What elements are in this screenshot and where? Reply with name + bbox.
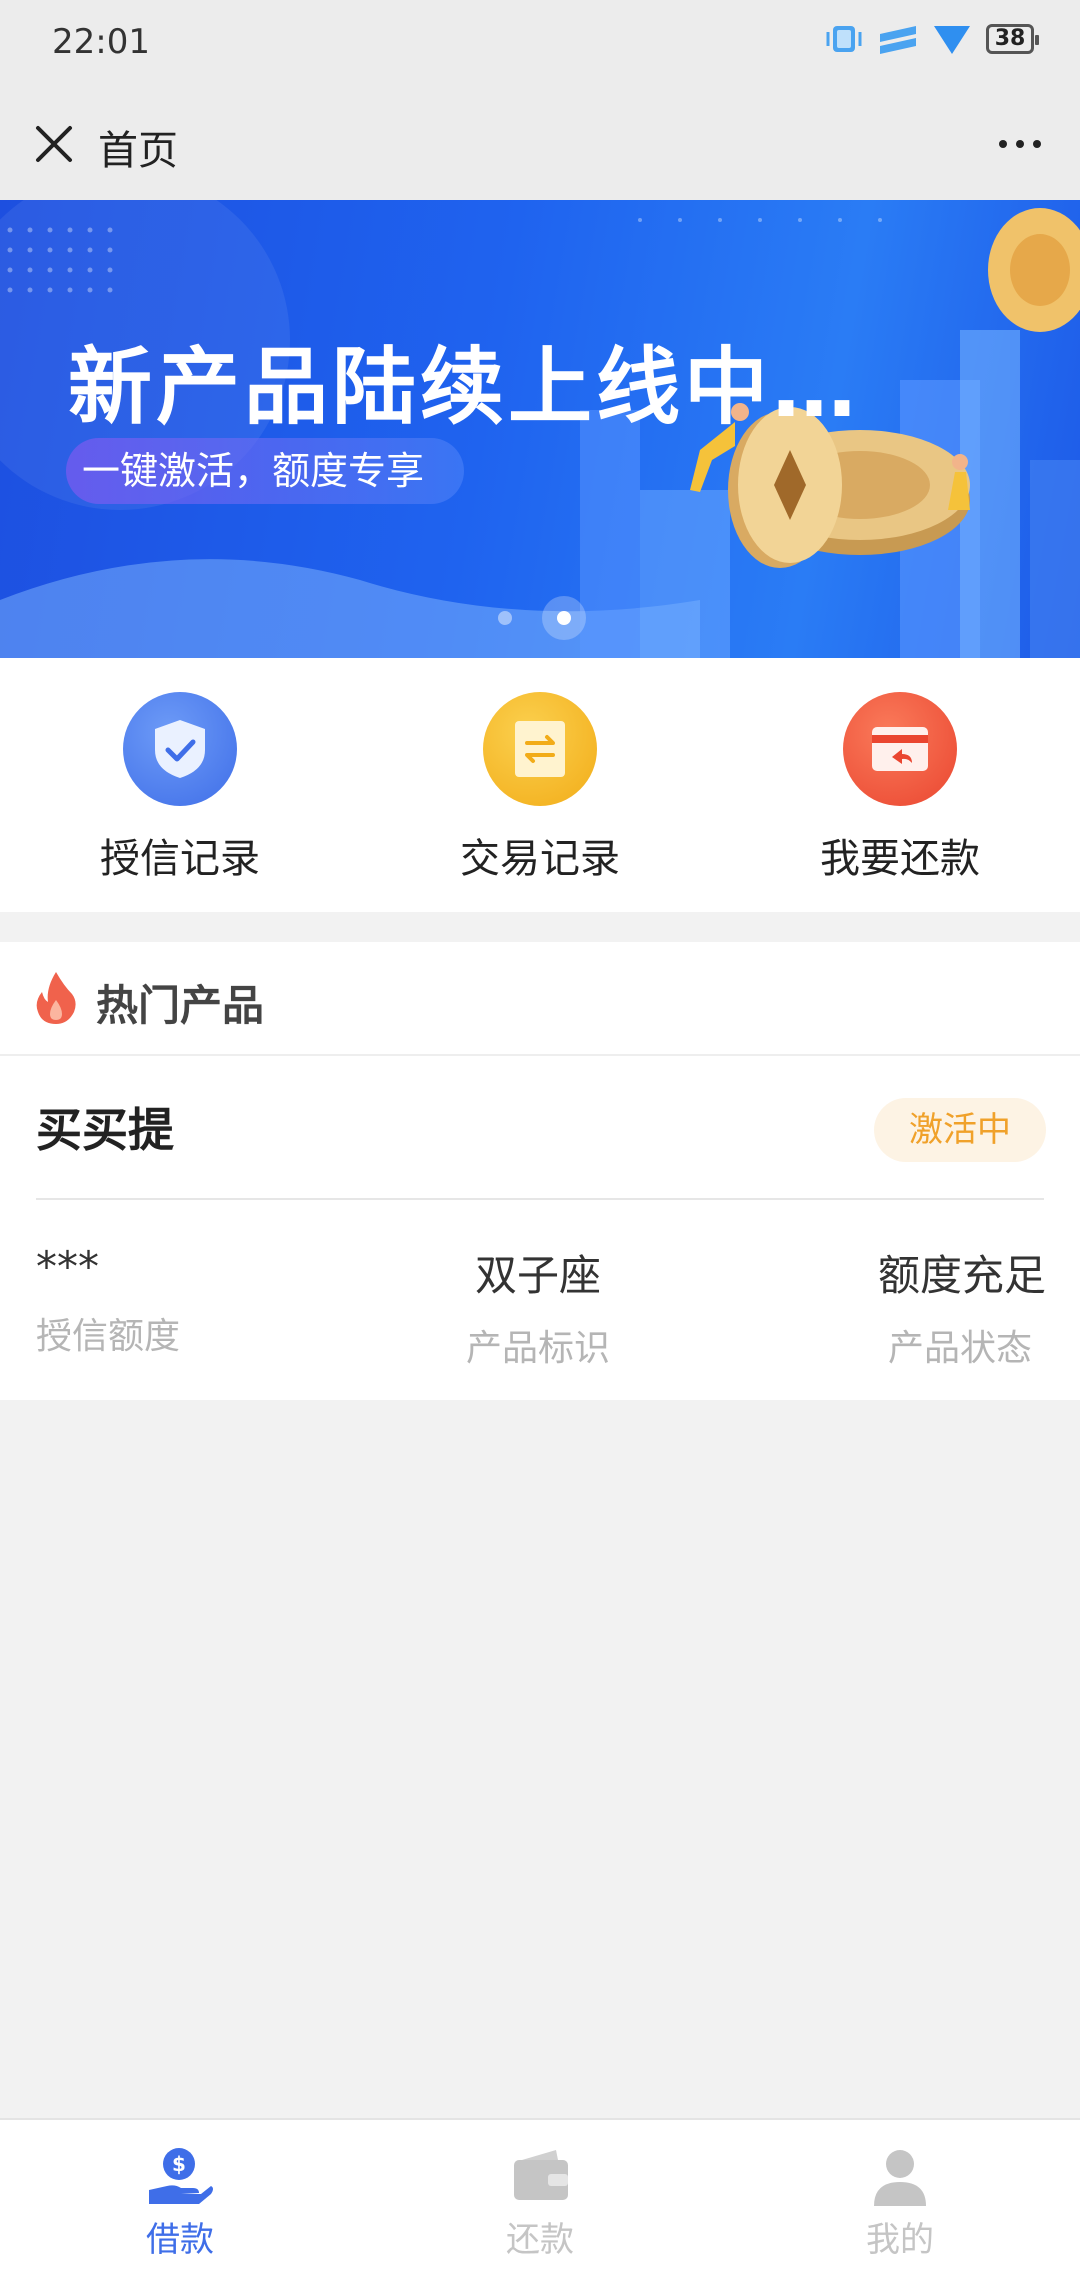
status-badge: 激活中 [874,1098,1046,1162]
quick-action-credit-records[interactable]: 授信记录 [0,658,360,912]
stat-value: *** [36,1242,99,1291]
tab-label: 借款 [146,2220,214,2260]
wallet-icon [514,2150,568,2200]
quick-action-label: 我要还款 [820,836,980,882]
promo-banner[interactable]: 新产品陆续上线中… 一键激活，额度专享 [0,200,1080,658]
user-icon [874,2150,926,2206]
more-dot-icon [1016,140,1024,148]
stat-value: 双子座 [475,1251,602,1300]
carousel-dot[interactable] [498,611,512,625]
carousel-dot-active[interactable] [542,596,586,640]
tab-mine[interactable]: 我的 [720,2120,1080,2280]
nav-bar: 首页 [0,88,1080,200]
fire-icon [36,972,76,1024]
status-time: 22:01 [52,22,150,62]
tab-repay[interactable]: 还款 [360,2120,720,2280]
carousel-indicator [498,596,586,640]
banner-title: 新产品陆续上线中… [68,338,861,436]
tab-loan[interactable]: $ 借款 [0,2120,360,2280]
stat-label: 产品标识 [466,1328,611,1369]
exchange-icon [483,692,597,806]
quick-action-label: 授信记录 [100,836,260,882]
wallet-return-icon [843,692,957,806]
more-dot-icon [1033,140,1041,148]
stat-product-id: 双子座 产品标识 [466,1242,610,1371]
page-title: 首页 [98,128,178,174]
more-menu-button[interactable] [986,122,1054,166]
quick-action-repay[interactable]: 我要还款 [720,658,1080,912]
close-button[interactable] [26,116,82,172]
divider [36,1198,1044,1200]
quick-action-transaction-records[interactable]: 交易记录 [360,658,720,912]
more-dot-icon [999,140,1007,148]
svg-text:$: $ [172,2152,186,2176]
stat-label: 授信额度 [36,1316,181,1357]
stat-credit-limit: *** 授信额度 [36,1242,180,1359]
hot-products-header: 热门产品 [0,942,1080,1056]
status-bar: 22:01 38 [0,0,1080,88]
tab-label: 我的 [866,2220,934,2260]
data-icon [880,26,916,54]
battery-icon: 38 [986,24,1039,54]
product-name: 买买提 [36,1103,174,1157]
wifi-icon [934,26,970,54]
shield-check-icon [123,692,237,806]
banner-subtitle: 一键激活，额度专享 [66,438,465,504]
vibrate-icon [826,26,862,52]
hot-products-section: 热门产品 买买提 激活中 *** 授信额度 双子座 产品标识 额度充足 产品状态 [0,942,1080,1400]
stat-value: 额度充足 [877,1251,1046,1300]
close-icon [36,126,72,162]
stat-product-status: 额度充足 产品状态 [878,1242,1046,1371]
quick-actions: 授信记录 交易记录 我要还款 [0,658,1080,912]
quick-action-label: 交易记录 [460,836,620,882]
tab-label: 还款 [506,2220,574,2260]
stat-label: 产品状态 [887,1328,1032,1369]
bottom-tab-bar: $ 借款 还款 我的 [0,2118,1080,2280]
status-icons: 38 [824,22,1039,56]
hot-products-title: 热门产品 [96,981,265,1030]
loan-hand-icon: $ [149,2148,213,2204]
